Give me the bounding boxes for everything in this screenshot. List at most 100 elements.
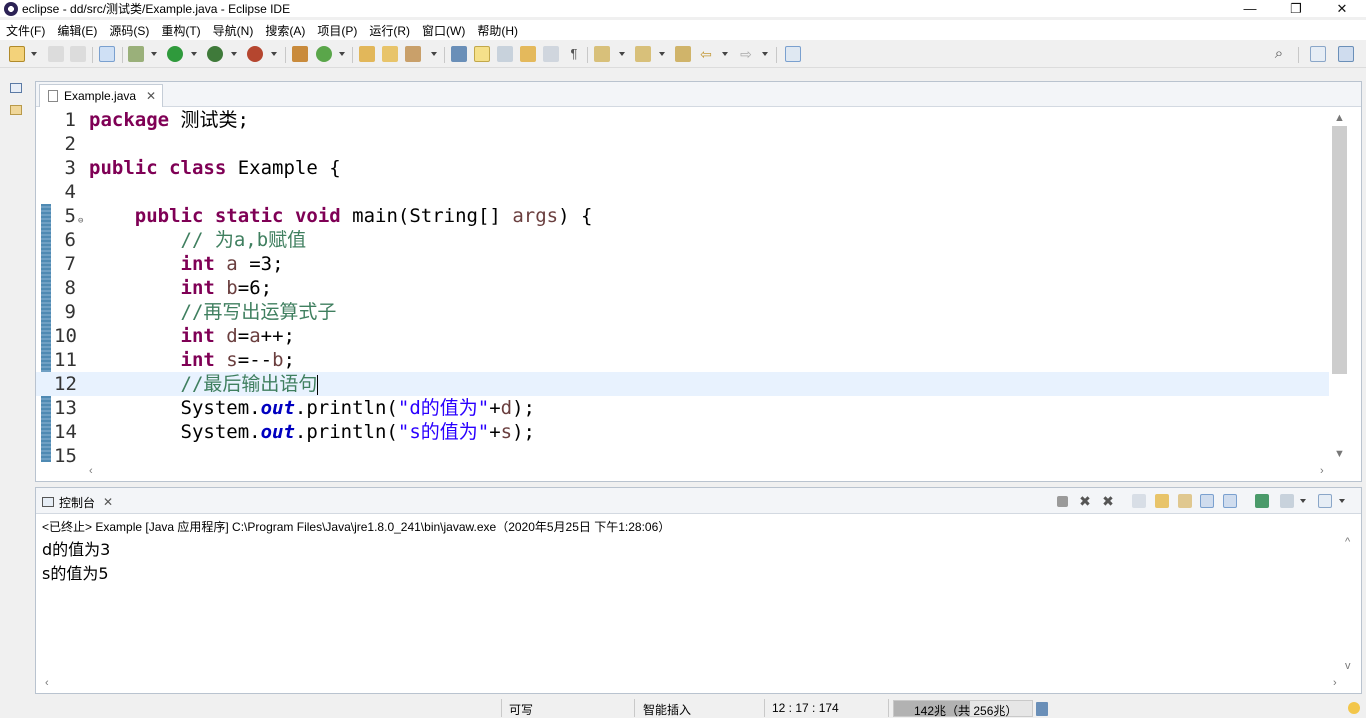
open-console-icon[interactable]	[1318, 494, 1332, 508]
console-vertical-scrollbar[interactable]: ^ v	[1343, 536, 1355, 676]
scroll-right-icon[interactable]: ›	[1320, 465, 1324, 477]
last-edit-location-icon[interactable]	[675, 46, 691, 62]
word-wrap-console-icon[interactable]	[1178, 494, 1192, 508]
code-editor[interactable]: 1 package 测试类; 2 3 public class Example {4 5 ⊖…	[36, 108, 1329, 466]
menu-file[interactable]: 文件(F)	[0, 22, 51, 39]
close-tab-icon[interactable]: ✕	[146, 89, 156, 103]
pin-console-icon[interactable]	[1255, 494, 1269, 508]
code-line[interactable]: 3 public class Example {	[36, 156, 1329, 180]
menu-window[interactable]: 窗口(W)	[416, 22, 471, 39]
code-line[interactable]: 6 // 为a,b赋值	[36, 228, 1329, 252]
code-line[interactable]: 13 System.out.println("d的值为"+d);	[36, 396, 1329, 420]
new-java-class-icon[interactable]	[316, 46, 332, 62]
code-line[interactable]: 2	[36, 132, 1329, 156]
search-tool-icon[interactable]	[405, 46, 421, 62]
tab-example-java[interactable]: Example.java ✕	[39, 84, 163, 107]
highlight-icon[interactable]	[474, 46, 490, 62]
save-icon[interactable]	[48, 46, 64, 62]
block-selection-icon[interactable]	[497, 46, 513, 62]
new-class-dropdown-icon[interactable]	[339, 52, 345, 56]
scroll-down-icon[interactable]: ▼	[1334, 448, 1345, 460]
minimize-button[interactable]: —	[1227, 0, 1273, 17]
menu-source[interactable]: 源码(S)	[103, 22, 155, 39]
menu-edit[interactable]: 编辑(E)	[51, 22, 103, 39]
run-dropdown-icon[interactable]	[191, 52, 197, 56]
pilcrow-icon[interactable]: ¶	[566, 46, 582, 62]
menu-run[interactable]: 运行(R)	[363, 22, 416, 39]
menu-help[interactable]: 帮助(H)	[471, 22, 524, 39]
search-dropdown-icon[interactable]	[431, 52, 437, 56]
scroll-lock-icon[interactable]	[1155, 494, 1169, 508]
toggle-mark-occurrences-icon[interactable]	[99, 46, 115, 62]
debug-icon[interactable]	[128, 46, 144, 62]
coverage-icon[interactable]	[207, 46, 223, 62]
garbage-collect-icon[interactable]	[1036, 702, 1048, 716]
code-line[interactable]: 11 int s=--b;	[36, 348, 1329, 372]
display-console-icon[interactable]	[1280, 494, 1294, 508]
heap-status[interactable]: 142兆（共 256兆）	[893, 700, 1033, 718]
code-line[interactable]: 4	[36, 180, 1329, 204]
console-scroll-right-icon[interactable]: ›	[1333, 677, 1337, 689]
open-perspective-icon[interactable]	[1310, 46, 1326, 62]
menu-project[interactable]: 项目(P)	[311, 22, 363, 39]
console-output[interactable]: d的值为3 s的值为5	[42, 538, 110, 586]
back-icon[interactable]: ⇦	[698, 46, 714, 62]
search-icon[interactable]: ⌕	[1271, 46, 1287, 62]
open-type-icon[interactable]	[359, 46, 375, 62]
open-console-dropdown-icon[interactable]	[1339, 499, 1345, 503]
code-line[interactable]: 8 int b=6;	[36, 276, 1329, 300]
display-console-dropdown-icon[interactable]	[1300, 499, 1306, 503]
editor-vertical-scrollbar[interactable]: ▲ ▼	[1331, 112, 1347, 464]
code-line[interactable]: 5 ⊖ public static void main(String[] args…	[36, 204, 1329, 228]
menu-refactor[interactable]: 重构(T)	[155, 22, 206, 39]
scroll-left-icon[interactable]: ‹	[89, 465, 93, 477]
run-icon[interactable]	[167, 46, 183, 62]
coverage-dropdown-icon[interactable]	[231, 52, 237, 56]
console-scroll-down-icon[interactable]: v	[1345, 660, 1351, 672]
show-on-stderr-icon[interactable]	[1223, 494, 1237, 508]
code-line[interactable]: 14 System.out.println("s的值为"+s);	[36, 420, 1329, 444]
code-line[interactable]: 15	[36, 444, 1329, 466]
restore-button[interactable]: ❐	[1273, 0, 1319, 17]
close-console-icon[interactable]: ✕	[103, 495, 113, 509]
new-java-package-icon[interactable]	[292, 46, 308, 62]
menu-navigate[interactable]: 导航(N)	[207, 22, 260, 39]
code-line[interactable]: 10 int d=a++;	[36, 324, 1329, 348]
restore-view-icon[interactable]	[10, 83, 22, 93]
next-annotation-dropdown-icon[interactable]	[619, 52, 625, 56]
show-source-icon[interactable]	[543, 46, 559, 62]
scroll-thumb[interactable]	[1332, 126, 1347, 374]
debug-dropdown-icon[interactable]	[151, 52, 157, 56]
close-button[interactable]: ✕	[1319, 0, 1365, 17]
scroll-up-icon[interactable]: ▲	[1334, 112, 1345, 124]
previous-annotation-icon[interactable]	[635, 46, 651, 62]
remove-launch-icon[interactable]: ✖	[1078, 494, 1092, 508]
show-on-stdout-icon[interactable]	[1200, 494, 1214, 508]
pin-editor-icon[interactable]	[785, 46, 801, 62]
code-line[interactable]: 9 //再写出运算式子	[36, 300, 1329, 324]
external-tools-icon[interactable]	[247, 46, 263, 62]
annotation-icon[interactable]	[451, 46, 467, 62]
new-dropdown-icon[interactable]	[31, 52, 37, 56]
package-explorer-icon[interactable]	[10, 105, 22, 115]
next-annotation-icon[interactable]	[594, 46, 610, 62]
back-dropdown-icon[interactable]	[722, 52, 728, 56]
new-icon[interactable]	[9, 46, 25, 62]
clear-console-icon[interactable]	[1132, 494, 1146, 508]
console-scroll-left-icon[interactable]: ‹	[45, 677, 49, 689]
java-perspective-icon[interactable]	[1338, 46, 1354, 62]
console-scroll-up-icon[interactable]: ^	[1345, 536, 1350, 548]
menu-search[interactable]: 搜索(A)	[259, 22, 311, 39]
terminate-icon[interactable]	[1057, 496, 1068, 507]
code-line[interactable]: 7 int a =3;	[36, 252, 1329, 276]
previous-annotation-dropdown-icon[interactable]	[659, 52, 665, 56]
tab-console[interactable]: 控制台 ✕	[42, 492, 113, 512]
forward-dropdown-icon[interactable]	[762, 52, 768, 56]
notification-icon[interactable]	[1348, 702, 1360, 714]
word-wrap-icon[interactable]	[520, 46, 536, 62]
save-all-icon[interactable]	[70, 46, 86, 62]
code-line[interactable]: 12 //最后输出语句	[36, 372, 1329, 396]
external-tools-dropdown-icon[interactable]	[271, 52, 277, 56]
open-task-icon[interactable]	[382, 46, 398, 62]
code-line[interactable]: 1 package 测试类;	[36, 108, 1329, 132]
